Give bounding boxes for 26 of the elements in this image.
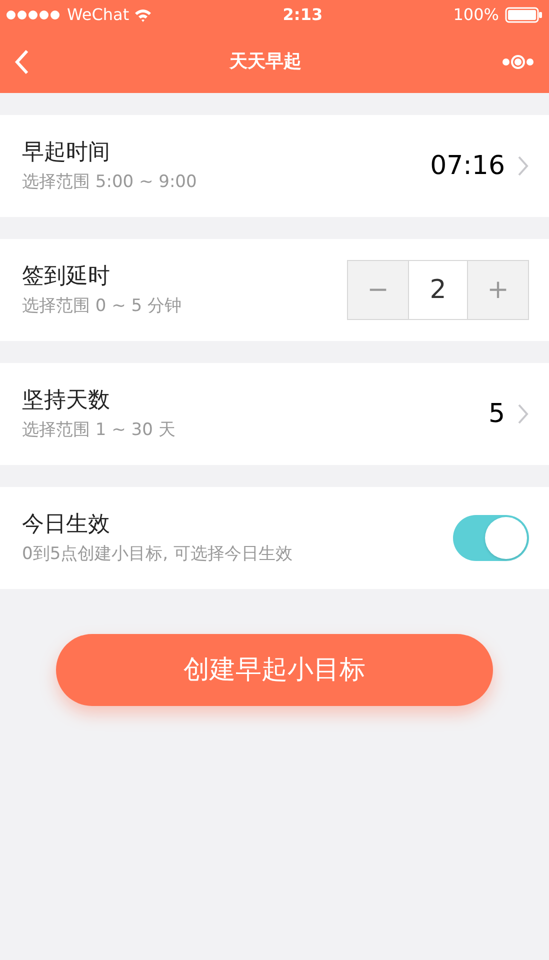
row-title: 早起时间 <box>22 142 111 164</box>
chevron-right-icon <box>517 155 529 177</box>
row-subtitle: 选择范围 5:00 ~ 9:00 <box>22 174 197 190</box>
minus-button[interactable]: − <box>348 261 408 319</box>
wifi-icon <box>134 8 152 22</box>
row-subtitle: 选择范围 1 ~ 30 天 <box>22 422 176 438</box>
chevron-right-icon <box>517 403 529 425</box>
value-text: 5 <box>488 398 505 430</box>
back-icon[interactable] <box>14 48 30 74</box>
more-icon[interactable] <box>501 54 535 70</box>
signal-icon <box>6 10 62 20</box>
clock-text: 2:13 <box>282 4 323 26</box>
row-title: 签到延时 <box>22 266 111 288</box>
page-title: 天天早起 <box>230 50 302 74</box>
create-goal-button[interactable]: 创建早起小目标 <box>56 634 493 706</box>
battery-icon <box>504 7 543 23</box>
row-title: 今日生效 <box>22 514 111 536</box>
row-title: 坚持天数 <box>22 390 111 412</box>
toggle-switch[interactable] <box>453 515 529 561</box>
row-subtitle: 选择范围 0 ~ 5 分钟 <box>22 298 182 314</box>
stepper-value[interactable]: 2 <box>408 261 468 319</box>
row-subtitle: 0到5点创建小目标, 可选择今日生效 <box>22 546 292 562</box>
battery-text: 100% <box>453 4 499 26</box>
value-text: 07:16 <box>430 150 505 182</box>
plus-button[interactable]: + <box>468 261 528 319</box>
carrier-text: WeChat <box>67 4 130 26</box>
